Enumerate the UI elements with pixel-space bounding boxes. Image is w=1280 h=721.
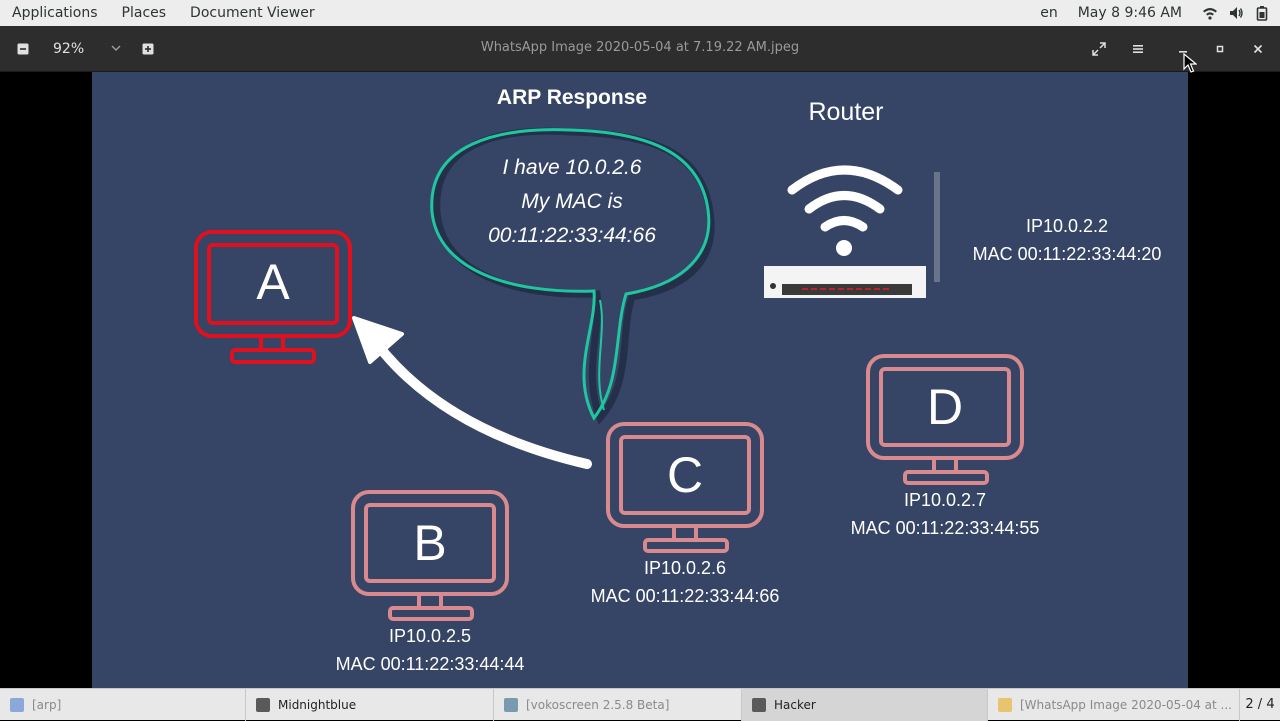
plus-box-icon	[142, 43, 154, 55]
clock[interactable]: May 8 9:46 AM	[1078, 5, 1182, 21]
node-a-letter: A	[256, 254, 290, 310]
bubble-line-3: 00:11:22:33:44:66	[488, 224, 656, 247]
window-icon	[10, 698, 24, 712]
places-menu[interactable]: Places	[110, 0, 179, 26]
arp-diagram-image: ARP Response I have 10.0.2.6 My MAC is 0…	[92, 72, 1188, 688]
zoom-in-button[interactable]	[136, 37, 160, 61]
viewer-headerbar: 92% WhatsApp Image 2020-05-04 at 7.19.22…	[0, 26, 1280, 72]
fullscreen-icon	[1092, 42, 1106, 56]
node-d-ip: IP10.0.2.7	[903, 490, 987, 510]
window-list: [arp] Midnightblue [vokoscreen 2.5.8 Bet…	[0, 688, 1280, 721]
hamburger-icon	[1133, 45, 1143, 53]
node-d-mac: MAC 00:11:22:33:44:55	[850, 518, 1040, 538]
minus-box-icon	[17, 43, 29, 55]
zoom-out-button[interactable]	[11, 37, 35, 61]
task-arp[interactable]: [arp]	[0, 689, 246, 721]
zoom-level: 92%	[53, 41, 85, 57]
maximize-icon	[1216, 45, 1224, 53]
task-midnightblue[interactable]: Midnightblue	[246, 689, 494, 721]
applications-menu[interactable]: Applications	[0, 0, 110, 26]
mouse-cursor-icon	[1183, 53, 1197, 73]
node-b-ip: IP10.0.2.5	[388, 626, 472, 646]
battery-icon[interactable]	[1254, 5, 1270, 21]
menu-button[interactable]	[1126, 37, 1150, 61]
app-menu[interactable]: Document Viewer	[178, 0, 327, 26]
task-vokoscreen[interactable]: [vokoscreen 2.5.8 Beta]	[494, 689, 742, 721]
vokoscreen-icon	[504, 698, 518, 712]
task-hacker[interactable]: Hacker	[742, 689, 988, 721]
terminal-icon	[256, 698, 270, 712]
bubble-title: ARP Response	[496, 86, 648, 109]
node-b-mac: MAC 00:11:22:33:44:44	[335, 654, 525, 674]
document-viewport[interactable]: ARP Response I have 10.0.2.6 My MAC is 0…	[0, 72, 1280, 688]
node-b-letter: B	[413, 515, 447, 571]
volume-icon[interactable]	[1228, 5, 1244, 21]
top-bar: Applications Places Document Viewer en M…	[0, 0, 1280, 26]
task-document-viewer[interactable]: [WhatsApp Image 2020-05-04 at ...	[988, 689, 1240, 721]
node-c-ip: IP10.0.2.6	[643, 558, 727, 578]
zoom-selector[interactable]: 92%	[40, 35, 132, 63]
bubble-line-2: My MAC is	[521, 190, 623, 213]
arp-arrow	[372, 339, 592, 469]
bubble-line-1: I have 10.0.2.6	[502, 156, 642, 179]
close-icon	[1253, 44, 1263, 54]
arrow-head	[352, 316, 404, 364]
image-icon	[998, 698, 1012, 712]
node-c-mac: MAC 00:11:22:33:44:66	[590, 586, 780, 606]
maximize-button[interactable]	[1208, 37, 1232, 61]
fullscreen-button[interactable]	[1087, 37, 1111, 61]
node-d-letter: D	[926, 379, 964, 435]
keyboard-layout[interactable]: en	[1040, 5, 1058, 21]
workspace-pager[interactable]: 2 / 4	[1240, 689, 1280, 720]
router-antenna	[934, 172, 940, 282]
router-ip: IP10.0.2.2	[1025, 216, 1109, 236]
chevron-down-icon	[110, 42, 122, 58]
terminal-icon	[752, 698, 766, 712]
wifi-symbol	[787, 165, 903, 232]
wifi-icon[interactable]	[1202, 5, 1218, 21]
close-button[interactable]	[1246, 37, 1270, 61]
router-title: Router	[808, 98, 884, 126]
node-c-letter: C	[666, 447, 704, 503]
router-mac: MAC 00:11:22:33:44:20	[972, 244, 1162, 264]
